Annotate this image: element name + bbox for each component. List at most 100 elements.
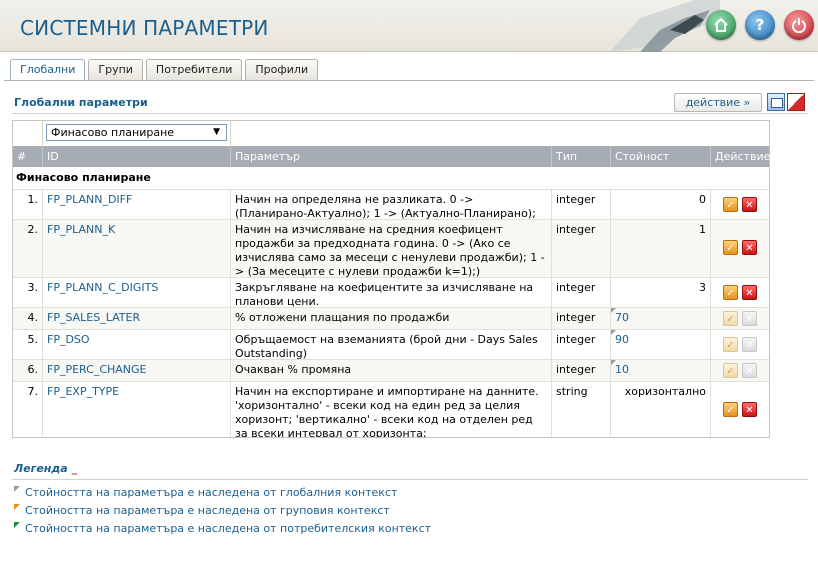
question-icon: ?: [755, 16, 765, 34]
column-header-parameter[interactable]: Параметър: [231, 146, 552, 167]
row-actions: ✓ ✕: [711, 278, 769, 307]
param-value-link[interactable]: 10: [611, 360, 711, 381]
delete-icon: ✕: [742, 363, 757, 378]
legend-item-global: Стойността на параметъра е наследена от …: [14, 486, 397, 499]
legend-item-user: Стойността на параметъра е наследена от …: [14, 522, 431, 535]
table-row: 1. FP_PLANN_DIFF Начин на определяна не …: [13, 189, 769, 219]
table-header: # ID Параметър Тип Стойност Действие: [13, 146, 771, 167]
tab-profiles[interactable]: Профили: [245, 59, 319, 80]
row-actions: ✓ ✕: [711, 330, 769, 359]
param-id-link[interactable]: FP_PLANN_C_DIGITS: [43, 278, 231, 307]
home-icon: [714, 17, 728, 32]
legend-item-label: Стойността на параметъра е наследена от …: [25, 522, 432, 535]
legend-title-text: Легенда: [14, 462, 68, 475]
row-number: 5.: [13, 330, 43, 359]
table-row: 6. FP_PERC_CHANGE Очакван % промяна inte…: [13, 359, 769, 381]
column-header-num[interactable]: #: [13, 146, 43, 167]
param-value-link[interactable]: 90: [611, 330, 711, 359]
param-id-link[interactable]: FP_SALES_LATER: [43, 308, 231, 329]
delete-icon: ✕: [742, 311, 757, 326]
param-value: 0: [611, 190, 711, 219]
param-type: integer: [552, 330, 611, 359]
help-button[interactable]: ?: [745, 10, 775, 40]
delete-icon[interactable]: ✕: [742, 240, 757, 255]
column-header-type[interactable]: Тип: [552, 146, 611, 167]
param-type: integer: [552, 360, 611, 381]
row-actions: ✓ ✕: [711, 308, 769, 329]
legend-item-label: Стойността на параметъра е наследена от …: [25, 504, 390, 517]
table-row: 5. FP_DSO Обръщаемост на вземанията (бро…: [13, 329, 769, 359]
app-header: СИСТЕМНИ ПАРАМЕТРИ ?: [0, 0, 818, 52]
legend-title: Легенда _: [14, 462, 78, 475]
param-type: string: [552, 382, 611, 437]
row-number: 2.: [13, 220, 43, 277]
param-description: Закръгляване на коефицентите за изчисляв…: [231, 278, 552, 307]
param-id-link[interactable]: FP_DSO: [43, 330, 231, 359]
inherited-global-marker: [611, 330, 616, 335]
param-type: integer: [552, 308, 611, 329]
row-number: 4.: [13, 308, 43, 329]
group-header-row: Финасово планиране: [16, 171, 151, 184]
param-id-link[interactable]: FP_PERC_CHANGE: [43, 360, 231, 381]
edit-icon: ✓: [723, 311, 738, 326]
section-title: Глобални параметри: [14, 96, 148, 109]
print-icon[interactable]: [767, 93, 785, 111]
edit-icon[interactable]: ✓: [723, 197, 738, 212]
table-row: 2. FP_PLANN_K Начин на изчисляване на ср…: [13, 219, 769, 277]
tab-global[interactable]: Глобални: [10, 59, 86, 81]
param-id-link[interactable]: FP_PLANN_K: [43, 220, 231, 277]
divider: [12, 113, 808, 114]
delete-icon: ✕: [742, 337, 757, 352]
group-filter-value: Финасово планиране: [51, 126, 175, 139]
legend-item-label: Стойността на параметъра е наследена от …: [25, 486, 398, 499]
edit-icon: ✓: [723, 337, 738, 352]
row-actions: ✓ ✕: [711, 190, 769, 219]
param-description: % отложени плащания по продажби: [231, 308, 552, 329]
param-description: Обръщаемост на вземанията (брой дни - Da…: [231, 330, 552, 359]
param-value-link[interactable]: 70: [611, 308, 711, 329]
param-value: хоризонтално: [611, 382, 711, 437]
edit-icon[interactable]: ✓: [723, 285, 738, 300]
edit-icon[interactable]: ✓: [723, 402, 738, 417]
param-value: 10: [615, 363, 629, 376]
edit-icon: ✓: [723, 363, 738, 378]
inherited-global-marker: [611, 360, 616, 365]
dropdown-arrow-icon: ▼: [213, 127, 220, 137]
filter-row: Финасово планиране ▼: [13, 121, 769, 146]
param-description: Начин на експортиране и импортиране на д…: [231, 382, 552, 437]
bird-logo-icon: [610, 0, 720, 52]
group-filter-select[interactable]: Финасово планиране ▼: [46, 124, 227, 141]
row-actions: ✓ ✕: [711, 360, 769, 381]
home-button[interactable]: [706, 10, 736, 40]
delete-icon[interactable]: ✕: [742, 197, 757, 212]
param-id-link[interactable]: FP_PLANN_DIFF: [43, 190, 231, 219]
param-type: integer: [552, 278, 611, 307]
param-type: integer: [552, 220, 611, 277]
tab-groups[interactable]: Групи: [88, 59, 143, 80]
column-header-id[interactable]: ID: [43, 146, 231, 167]
row-number: 7.: [13, 382, 43, 437]
divider: [12, 479, 808, 480]
table-row: 4. FP_SALES_LATER % отложени плащания по…: [13, 307, 769, 329]
param-value: 1: [611, 220, 711, 277]
param-value: 90: [615, 333, 629, 346]
delete-icon[interactable]: ✕: [742, 402, 757, 417]
power-icon: [792, 18, 806, 33]
param-type: integer: [552, 190, 611, 219]
param-description: Начин на изчисляване на средния коефицен…: [231, 220, 552, 277]
parameters-table: Финасово планиране ▼ # ID Параметър Тип …: [12, 120, 770, 438]
param-value: 3: [611, 278, 711, 307]
tab-users[interactable]: Потребители: [145, 59, 243, 80]
param-id-link[interactable]: FP_EXP_TYPE: [43, 382, 231, 437]
row-actions: ✓ ✕: [711, 382, 769, 437]
logout-button[interactable]: [784, 10, 814, 40]
clear-filter-icon[interactable]: [787, 93, 805, 111]
column-header-value[interactable]: Стойност: [611, 146, 711, 167]
legend-marker-icon: [14, 522, 20, 528]
delete-icon[interactable]: ✕: [742, 285, 757, 300]
page-title: СИСТЕМНИ ПАРАМЕТРИ: [20, 16, 269, 40]
action-button[interactable]: действие »: [674, 93, 762, 112]
row-actions: ✓ ✕: [711, 220, 769, 277]
edit-icon[interactable]: ✓: [723, 240, 738, 255]
column-header-action: Действие: [715, 150, 771, 163]
